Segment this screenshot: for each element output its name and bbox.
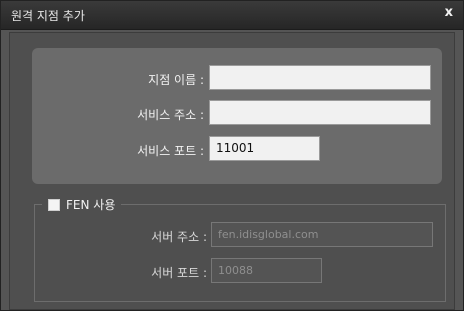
service-port-field[interactable]: 11001: [209, 136, 320, 161]
fen-use-label: FEN 사용: [66, 198, 116, 212]
server-address-label: 서버 주소 :: [151, 230, 207, 244]
close-icon[interactable]: x: [445, 5, 453, 20]
service-address-field[interactable]: [209, 100, 431, 125]
title-bar[interactable]: 원격 지점 추가 x: [1, 1, 463, 30]
server-address-field: fen.idisglobal.com: [211, 222, 433, 247]
site-name-label: 지점 이름 :: [148, 73, 204, 87]
checkbox-icon[interactable]: [48, 198, 60, 211]
fen-group-box: 서버 주소 : fen.idisglobal.com 서버 포트 : 10088: [34, 204, 446, 302]
service-address-label: 서비스 주소 :: [137, 108, 204, 122]
server-port-label: 서버 포트 :: [151, 266, 207, 280]
dialog-title: 원격 지점 추가: [11, 9, 85, 23]
service-port-label: 서비스 포트 :: [137, 144, 204, 158]
site-name-field[interactable]: [209, 65, 431, 90]
add-remote-site-dialog: 원격 지점 추가 x 지점 이름 : 서비스 주소 : 서비스 포트 : 110…: [0, 0, 464, 311]
server-port-field: 10088: [211, 258, 322, 283]
dialog-body: 지점 이름 : 서비스 주소 : 서비스 포트 : 11001 서버 주소 : …: [9, 32, 455, 310]
site-settings-panel: 지점 이름 : 서비스 주소 : 서비스 포트 : 11001: [32, 48, 442, 184]
fen-use-checkbox[interactable]: FEN 사용: [42, 196, 122, 213]
